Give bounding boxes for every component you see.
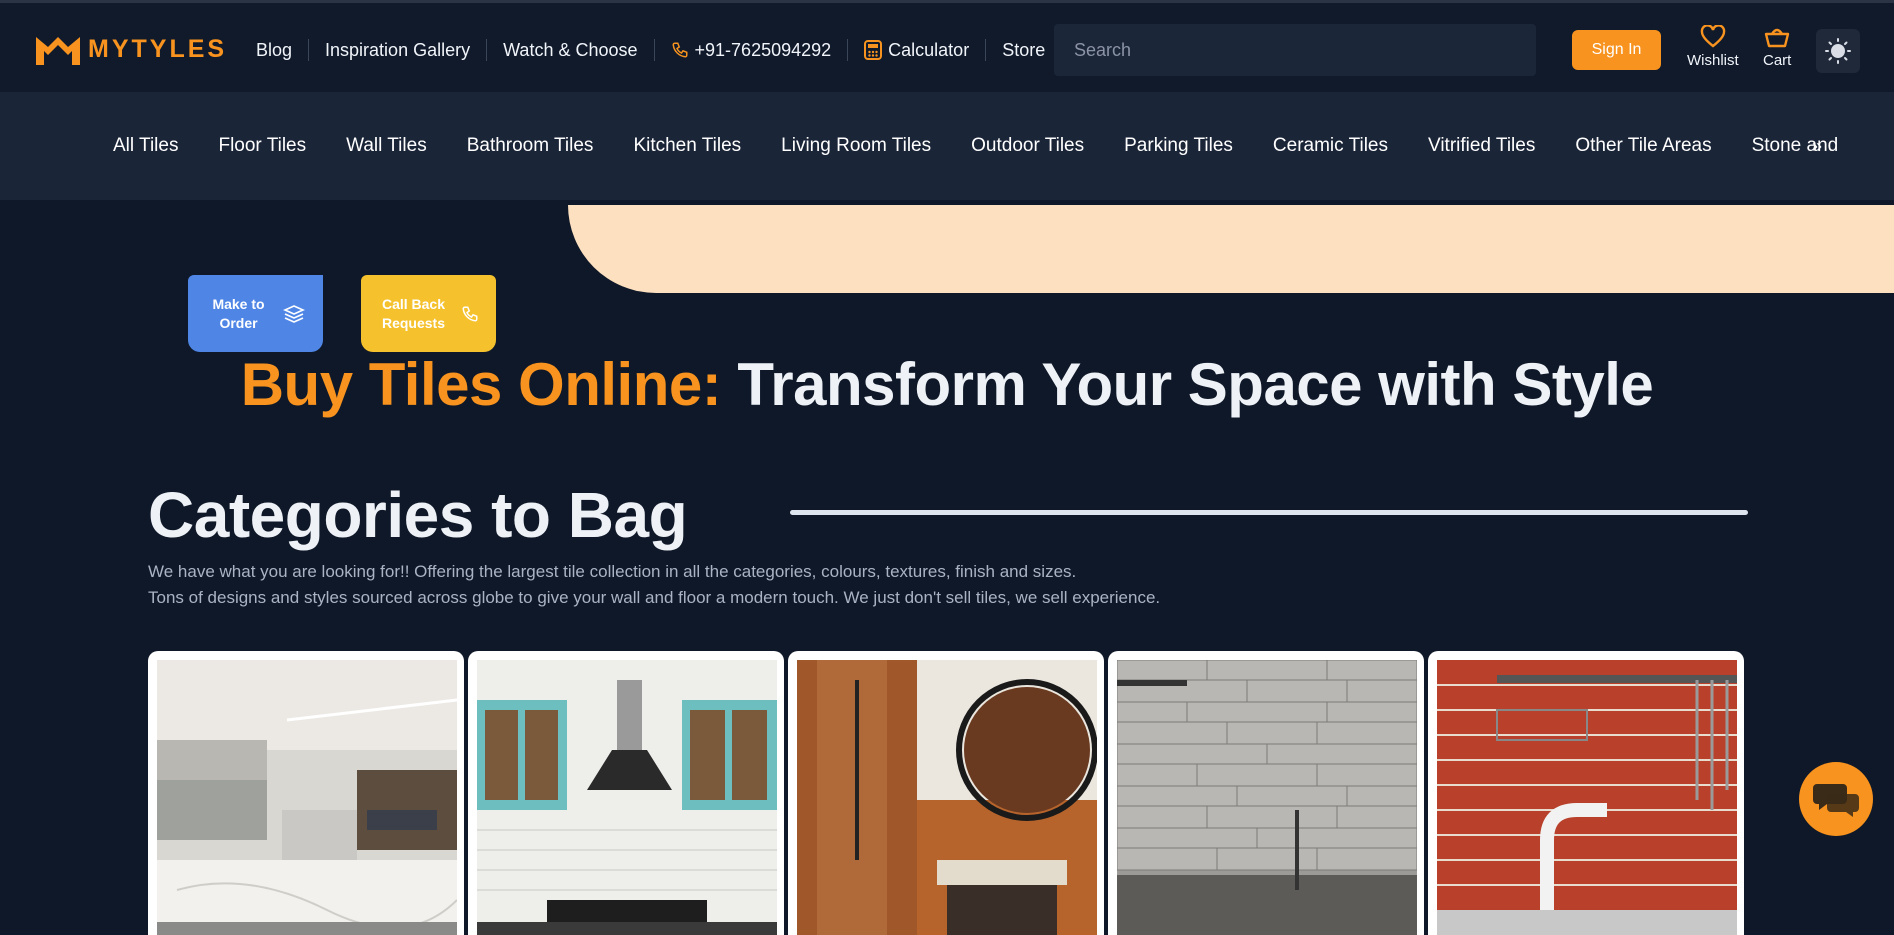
phone-icon: [672, 42, 688, 58]
logo-text: MYTYLES: [88, 34, 228, 63]
category-ceramic-tiles[interactable]: Ceramic Tiles: [1273, 135, 1388, 157]
basket-icon: [1764, 28, 1790, 48]
category-other-tile-areas[interactable]: Other Tile Areas: [1575, 135, 1711, 157]
category-all-tiles[interactable]: All Tiles: [113, 135, 178, 157]
sun-icon: [1825, 38, 1851, 64]
nav-blog-label: Blog: [256, 39, 293, 60]
nav-calculator[interactable]: Calculator: [848, 39, 987, 61]
category-vitrified-tiles[interactable]: Vitrified Tiles: [1428, 135, 1535, 157]
nav-store-label: Store: [1002, 39, 1046, 60]
category-bathroom-tiles[interactable]: Bathroom Tiles: [467, 135, 594, 157]
card-stone-wall[interactable]: [1108, 651, 1424, 935]
sign-in-button[interactable]: Sign In: [1572, 30, 1661, 70]
section-description-line-2: Tons of designs and styles sourced acros…: [148, 588, 1161, 607]
scroll-right-icon[interactable]: »: [1812, 136, 1822, 157]
card-stone-wall-image: [1117, 660, 1417, 935]
section-description-line-1: We have what you are looking for!! Offer…: [148, 562, 1077, 581]
hero-title-rest: Transform Your Space with Style: [721, 351, 1654, 418]
nav-phone[interactable]: +91-7625094292: [655, 39, 849, 61]
nav-inspiration-gallery[interactable]: Inspiration Gallery: [309, 39, 488, 61]
category-wall-tiles[interactable]: Wall Tiles: [346, 135, 427, 157]
hero-banner-shape: [568, 205, 1894, 293]
category-cards: [148, 651, 1748, 935]
wishlist-label: Wishlist: [1687, 52, 1739, 69]
nav-store[interactable]: Store: [986, 39, 1061, 61]
category-kitchen-tiles[interactable]: Kitchen Tiles: [633, 135, 741, 157]
heart-icon: [1700, 25, 1726, 48]
category-nav-bar: All Tiles Floor Tiles Wall Tiles Bathroo…: [0, 92, 1894, 200]
logo-mark-icon: [36, 37, 80, 65]
card-kitchen-subway[interactable]: [468, 651, 784, 935]
search-input[interactable]: [1054, 24, 1536, 76]
section-description: We have what you are looking for!! Offer…: [148, 559, 1548, 611]
section-title: Categories to Bag: [148, 479, 688, 551]
logo[interactable]: MYTYLES: [34, 31, 227, 67]
cart-label: Cart: [1763, 52, 1792, 69]
category-living-room-tiles[interactable]: Living Room Tiles: [781, 135, 931, 157]
nav-calculator-label: Calculator: [888, 39, 970, 60]
card-kitchen-subway-image: [477, 660, 777, 935]
theme-toggle-button[interactable]: [1816, 29, 1860, 73]
card-bathroom-wood-image: [797, 660, 1097, 935]
category-outdoor-tiles[interactable]: Outdoor Tiles: [971, 135, 1084, 157]
make-to-order-button[interactable]: Make to Order: [188, 275, 323, 352]
call-back-label: Call Back Requests: [381, 295, 446, 331]
category-parking-tiles[interactable]: Parking Tiles: [1124, 135, 1233, 157]
cart-button[interactable]: Cart: [1763, 25, 1791, 69]
phone-ring-icon: [461, 306, 477, 322]
call-back-requests-button[interactable]: Call Back Requests: [361, 275, 496, 352]
chat-bubbles-icon: [1813, 784, 1859, 817]
nav-watch-choose[interactable]: Watch & Choose: [487, 39, 655, 61]
category-stone-natural[interactable]: Stone and Natural: [1752, 135, 1840, 157]
calculator-icon: [864, 40, 883, 60]
card-kitchen-marble-image: [157, 660, 457, 935]
card-kitchen-marble[interactable]: [148, 651, 464, 935]
section-divider: [790, 510, 1748, 515]
category-nav-list: All Tiles Floor Tiles Wall Tiles Bathroo…: [113, 92, 1840, 200]
category-floor-tiles[interactable]: Floor Tiles: [218, 135, 306, 157]
make-to-order-label: Make to Order: [212, 295, 265, 331]
hero-title-accent: Buy Tiles Online:: [240, 351, 722, 418]
nav-blog[interactable]: Blog: [240, 39, 310, 61]
top-header: MYTYLES Blog Inspiration Gallery Watch &…: [0, 0, 1894, 92]
card-red-brick[interactable]: [1428, 651, 1744, 935]
hero-title: Buy Tiles Online: Transform Your Space w…: [0, 350, 1894, 419]
wishlist-button[interactable]: Wishlist: [1687, 25, 1739, 69]
card-bathroom-wood[interactable]: [788, 651, 1104, 935]
nav-watch-choose-label: Watch & Choose: [503, 39, 638, 60]
nav-phone-label: +91-7625094292: [694, 39, 832, 60]
nav-inspiration-gallery-label: Inspiration Gallery: [325, 39, 471, 60]
top-nav: Blog Inspiration Gallery Watch & Choose …: [240, 39, 1061, 61]
card-red-brick-image: [1437, 660, 1737, 935]
layers-icon: [282, 304, 305, 323]
chat-button[interactable]: [1799, 762, 1873, 836]
